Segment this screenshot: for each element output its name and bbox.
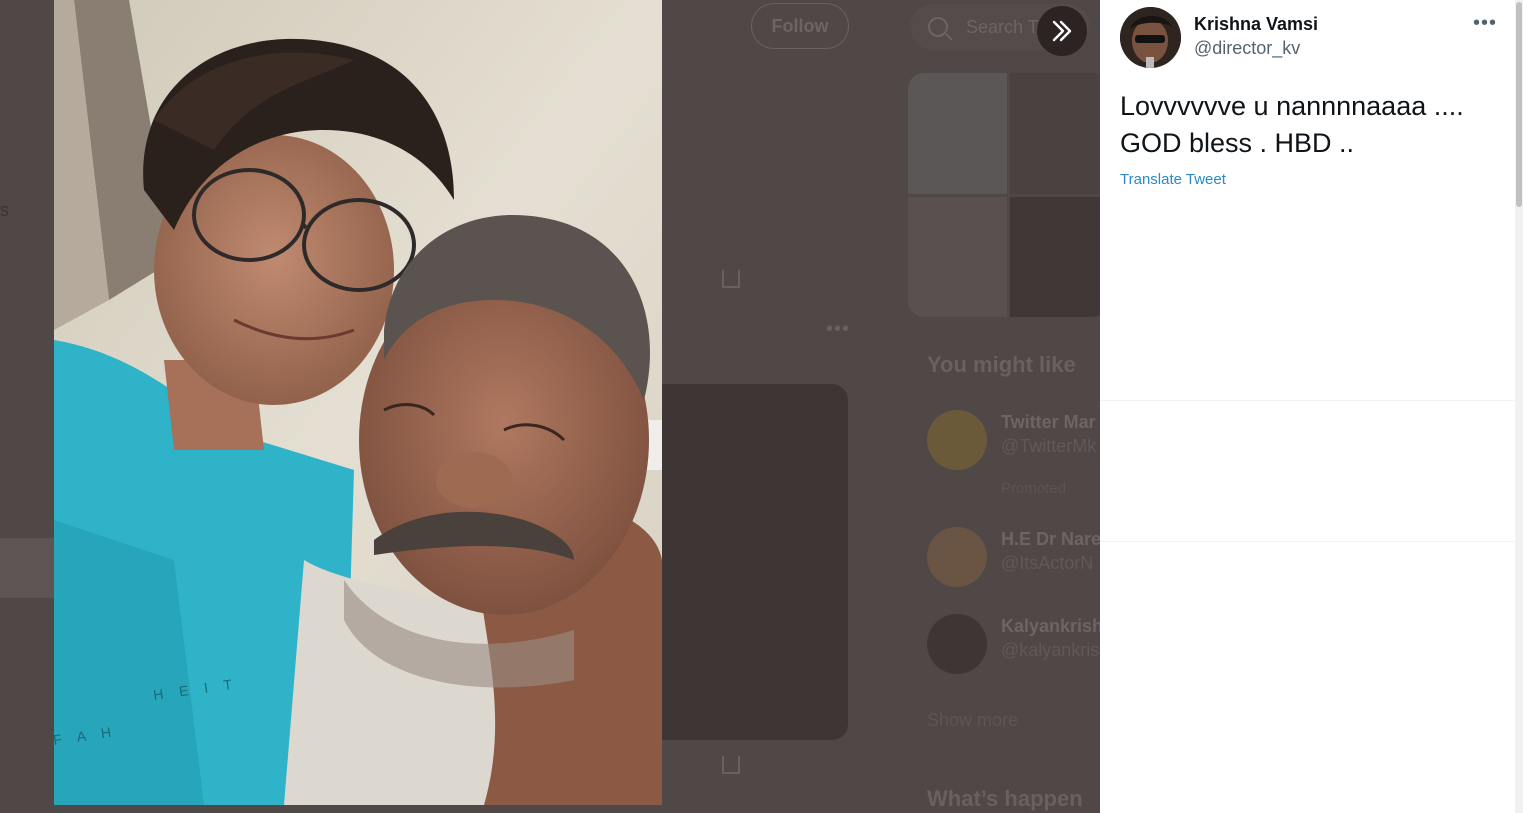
suggestion-item: Kalyankrish @kalyankris	[927, 614, 1100, 676]
next-arrow-icon	[1052, 20, 1072, 42]
suggestion-item: Twitter Mar @TwitterMk Promoted	[927, 410, 1100, 497]
tweet-media-card	[662, 384, 848, 740]
suggestion-handle: @TwitterMk	[1001, 436, 1097, 456]
scrollbar-thumb[interactable]	[1516, 2, 1522, 207]
more-icon: •••	[826, 318, 851, 340]
divider	[1100, 400, 1523, 401]
nav-item-highlight	[0, 538, 54, 598]
more-icon: •••	[1472, 11, 1497, 34]
search-icon	[928, 17, 948, 37]
media-thumb	[908, 196, 1007, 317]
author-handle[interactable]: @director_kv	[1194, 38, 1300, 59]
author-name[interactable]: Krishna Vamsi	[1194, 14, 1318, 35]
suggestion-item: H.E Dr Nare @ItsActorN	[927, 527, 1100, 589]
selfie-image: H E I T F A H	[54, 0, 662, 805]
translate-tweet-link[interactable]: Translate Tweet	[1120, 171, 1226, 188]
promoted-label: Promoted	[1001, 480, 1067, 497]
avatar	[927, 614, 987, 674]
author-avatar-image	[1120, 7, 1181, 68]
avatar	[927, 527, 987, 587]
divider	[1100, 541, 1523, 542]
tweet-photo[interactable]: H E I T F A H	[54, 0, 662, 805]
tweet-detail-panel: Krishna Vamsi @director_kv ••• Lovvvvvve…	[1100, 0, 1523, 813]
suggestion-name: Twitter Mar	[1001, 412, 1096, 432]
avatar[interactable]	[1120, 7, 1181, 68]
media-thumb	[1009, 196, 1100, 317]
show-more-link: Show more	[927, 710, 1019, 730]
you-might-like-heading: You might like	[927, 352, 1076, 377]
suggestion-name: H.E Dr Nare	[1001, 529, 1100, 549]
avatar	[927, 410, 987, 470]
suggestion-handle: @kalyankris	[1001, 640, 1100, 660]
scrollbar[interactable]	[1515, 0, 1523, 813]
suggestion-name: Kalyankrish	[1001, 616, 1100, 636]
tweet-text: Lovvvvvve u nannnnaaaa .... GOD bless . …	[1120, 91, 1464, 158]
expand-panel-button[interactable]	[1037, 6, 1087, 56]
whats-happening-heading: What’s happen	[927, 786, 1083, 811]
nav-text-fragment: s	[0, 200, 9, 220]
share-icon	[722, 270, 740, 288]
suggestion-handle: @ItsActorN	[1001, 553, 1094, 573]
media-thumb	[1009, 73, 1100, 194]
media-thumb	[908, 73, 1007, 194]
search-placeholder: Search T	[966, 16, 1039, 37]
media-grid	[908, 73, 1100, 317]
follow-button: Follow	[751, 3, 849, 49]
more-options-button[interactable]: •••	[1472, 10, 1498, 36]
share-icon	[722, 756, 740, 774]
